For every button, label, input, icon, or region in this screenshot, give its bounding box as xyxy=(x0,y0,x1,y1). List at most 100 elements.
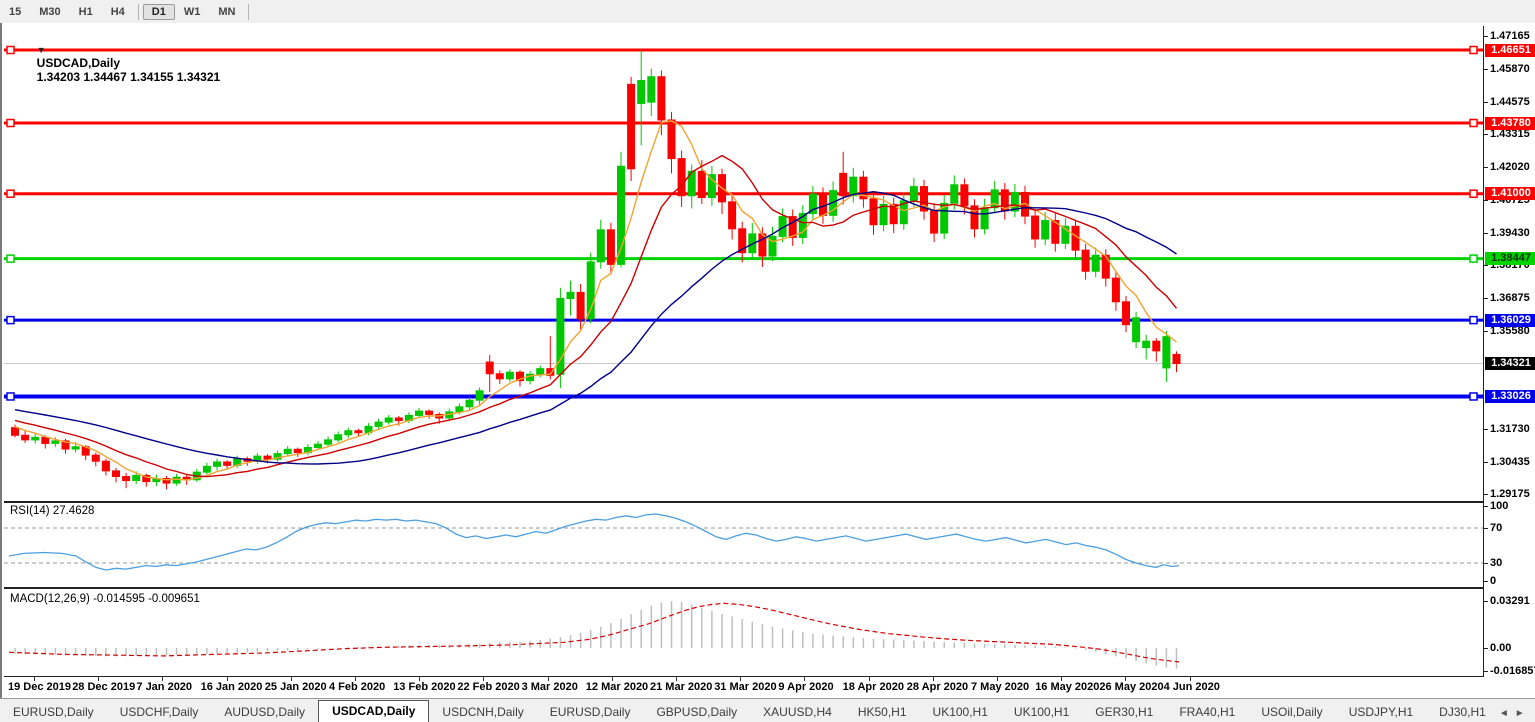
date-label[interactable]: 25 Jan 2020 xyxy=(265,681,327,693)
macd-label: MACD(12,26,9) -0.014595 -0.009651 xyxy=(10,593,200,605)
price-tick xyxy=(1484,233,1488,234)
price-tick xyxy=(1484,36,1488,37)
level-line-1.41000[interactable] xyxy=(4,190,1483,197)
tab-scroll-right-icon[interactable]: ► xyxy=(1515,708,1531,719)
price-tick xyxy=(1484,167,1488,168)
timeframe-button-d1[interactable]: D1 xyxy=(143,4,175,20)
price-tick xyxy=(1484,494,1488,495)
level-line-1.38447[interactable] xyxy=(4,255,1483,262)
rsi-plot[interactable] xyxy=(4,503,1483,587)
chart-tab-uk100-h1[interactable]: UK100,H1 xyxy=(1001,702,1082,722)
timeframe-button-mn[interactable]: MN xyxy=(209,4,244,20)
price-level-badge: 1.41000 xyxy=(1485,187,1535,200)
date-label[interactable]: 12 Mar 2020 xyxy=(586,681,648,693)
chart-tab-xauusd-h4[interactable]: XAUUSD,H4 xyxy=(750,702,845,722)
date-label[interactable]: 4 Jun 2020 xyxy=(1164,681,1220,693)
chart-tab-eurusd-daily[interactable]: EURUSD,Daily xyxy=(0,702,107,722)
date-label[interactable]: 4 Feb 2020 xyxy=(329,681,385,693)
chart-tab-ger30-h1[interactable]: GER30,H1 xyxy=(1082,702,1166,722)
date-label[interactable]: 7 May 2020 xyxy=(971,681,1029,693)
date-label[interactable]: 28 Apr 2020 xyxy=(907,681,968,693)
price-tick-label: 1.39430 xyxy=(1490,227,1530,240)
price-tick xyxy=(1484,265,1488,266)
price-tick-label: 1.29175 xyxy=(1490,488,1530,501)
price-tick xyxy=(1484,69,1488,70)
chart-tab-uk100-h1[interactable]: UK100,H1 xyxy=(920,702,1001,722)
ma-slow-line xyxy=(15,192,1177,464)
timeframe-button-15[interactable]: 15 xyxy=(0,4,30,20)
price-tick-label: 1.44575 xyxy=(1490,96,1530,109)
price-level-badge: 1.33026 xyxy=(1485,390,1535,403)
chart-tab-hk50-h1[interactable]: HK50,H1 xyxy=(845,702,920,722)
price-tick xyxy=(1484,102,1488,103)
macd-signal-line xyxy=(9,603,1179,662)
collapse-arrow-icon[interactable]: ▼ xyxy=(37,45,46,55)
price-axis[interactable]: 1.471651.458701.445751.433151.420201.407… xyxy=(1483,26,1535,677)
level-line-1.43780[interactable] xyxy=(4,120,1483,127)
rsi-tick xyxy=(1484,563,1488,564)
chart-tab-fra40-h1[interactable]: FRA40,H1 xyxy=(1166,702,1248,722)
price-tick-label: 1.42020 xyxy=(1490,161,1530,174)
level-line-1.46651[interactable] xyxy=(4,47,1483,54)
level-line-1.36029[interactable] xyxy=(4,317,1483,324)
price-tick xyxy=(1484,462,1488,463)
timeframe-button-w1[interactable]: W1 xyxy=(175,4,210,20)
price-tick-label: 1.47165 xyxy=(1490,30,1530,43)
macd-histogram xyxy=(15,601,1177,669)
rsi-indicator-panel[interactable]: RSI(14) 27.4628 xyxy=(4,503,1483,589)
date-label[interactable]: 22 Feb 2020 xyxy=(457,681,519,693)
price-tick-label: 1.36875 xyxy=(1490,292,1530,305)
chart-tab-usoil-daily[interactable]: USOil,Daily xyxy=(1248,702,1335,722)
chart-tab-usdchf-daily[interactable]: USDCHF,Daily xyxy=(107,702,212,722)
chart-tab-dj30-h1[interactable]: DJ30,H1 xyxy=(1426,702,1499,722)
rsi-tick xyxy=(1484,528,1488,529)
rsi-label: RSI(14) 27.4628 xyxy=(10,505,94,517)
timeframe-toolbar: 15M30H1H4 D1W1MN xyxy=(0,0,1535,24)
price-level-badge: 1.36029 xyxy=(1485,314,1535,327)
chart-tab-gbpusd-daily[interactable]: GBPUSD,Daily xyxy=(643,702,750,722)
chart-tab-eurusd-daily[interactable]: EURUSD,Daily xyxy=(537,702,644,722)
date-label[interactable]: 18 Apr 2020 xyxy=(843,681,904,693)
date-label[interactable]: 16 Jan 2020 xyxy=(201,681,263,693)
macd-tick-label: -0.016857 xyxy=(1490,665,1535,678)
chart-title: ▼ USDCAD,Daily 1.34203 1.34467 1.34155 1… xyxy=(10,28,220,98)
toolbar-separator xyxy=(138,4,139,20)
date-axis[interactable]: 19 Dec 201928 Dec 20197 Jan 2020 16 Jan 2… xyxy=(4,677,1483,697)
rsi-tick-label: 70 xyxy=(1490,522,1502,535)
chart-tab-usdjpy-h1[interactable]: USDJPY,H1 xyxy=(1336,702,1426,722)
chart-tab-bar: EURUSD,DailyUSDCHF,DailyAUDUSD,DailyUSDC… xyxy=(0,698,1535,722)
macd-plot[interactable] xyxy=(4,591,1483,676)
date-label[interactable]: 21 Mar 2020 xyxy=(650,681,712,693)
date-label[interactable]: 9 Apr 2020 xyxy=(778,681,833,693)
chart-tab-audusd-daily[interactable]: AUDUSD,Daily xyxy=(211,702,318,722)
date-label[interactable]: 26 May 2020 xyxy=(1099,681,1163,693)
timeframe-button-h1[interactable]: H1 xyxy=(70,4,102,20)
price-tick xyxy=(1484,298,1488,299)
date-label[interactable]: 13 Feb 2020 xyxy=(393,681,455,693)
ohlc-readout: 1.34203 1.34467 1.34155 1.34321 xyxy=(37,70,221,84)
date-label[interactable]: 7 Jan 2020 xyxy=(136,681,192,693)
date-label[interactable]: 31 Mar 2020 xyxy=(714,681,776,693)
timeframe-button-m30[interactable]: M30 xyxy=(30,4,69,20)
price-tick-label: 1.45870 xyxy=(1490,63,1530,76)
chart-window: ▼ USDCAD,Daily 1.34203 1.34467 1.34155 1… xyxy=(0,23,1535,698)
timeframe-button-h4[interactable]: H4 xyxy=(102,4,134,20)
toolbar-separator xyxy=(248,4,249,20)
price-chart-panel[interactable]: ▼ USDCAD,Daily 1.34203 1.34467 1.34155 1… xyxy=(4,26,1483,503)
candlestick-chart[interactable] xyxy=(4,26,1483,501)
tab-scroll-left-icon[interactable]: ◄ xyxy=(1499,708,1515,719)
date-label[interactable]: 16 May 2020 xyxy=(1035,681,1099,693)
price-tick xyxy=(1484,134,1488,135)
date-label[interactable]: 28 Dec 2019 xyxy=(72,681,135,693)
rsi-tick xyxy=(1484,581,1488,582)
macd-tick xyxy=(1484,671,1488,672)
macd-indicator-panel[interactable]: MACD(12,26,9) -0.014595 -0.009651 xyxy=(4,591,1483,677)
chart-tab-usdcnh-daily[interactable]: USDCNH,Daily xyxy=(429,702,536,722)
date-label[interactable]: 3 Mar 2020 xyxy=(522,681,578,693)
price-tick-label: 1.31730 xyxy=(1490,423,1530,436)
date-label[interactable]: 19 Dec 2019 xyxy=(8,681,71,693)
chart-tab-usdcad-daily[interactable]: USDCAD,Daily xyxy=(318,700,429,722)
level-line-1.33026[interactable] xyxy=(4,393,1483,400)
mt4-terminal: 15M30H1H4 D1W1MN ▼ USDCAD,Daily 1.34203 1… xyxy=(0,0,1535,722)
price-tick xyxy=(1484,429,1488,430)
